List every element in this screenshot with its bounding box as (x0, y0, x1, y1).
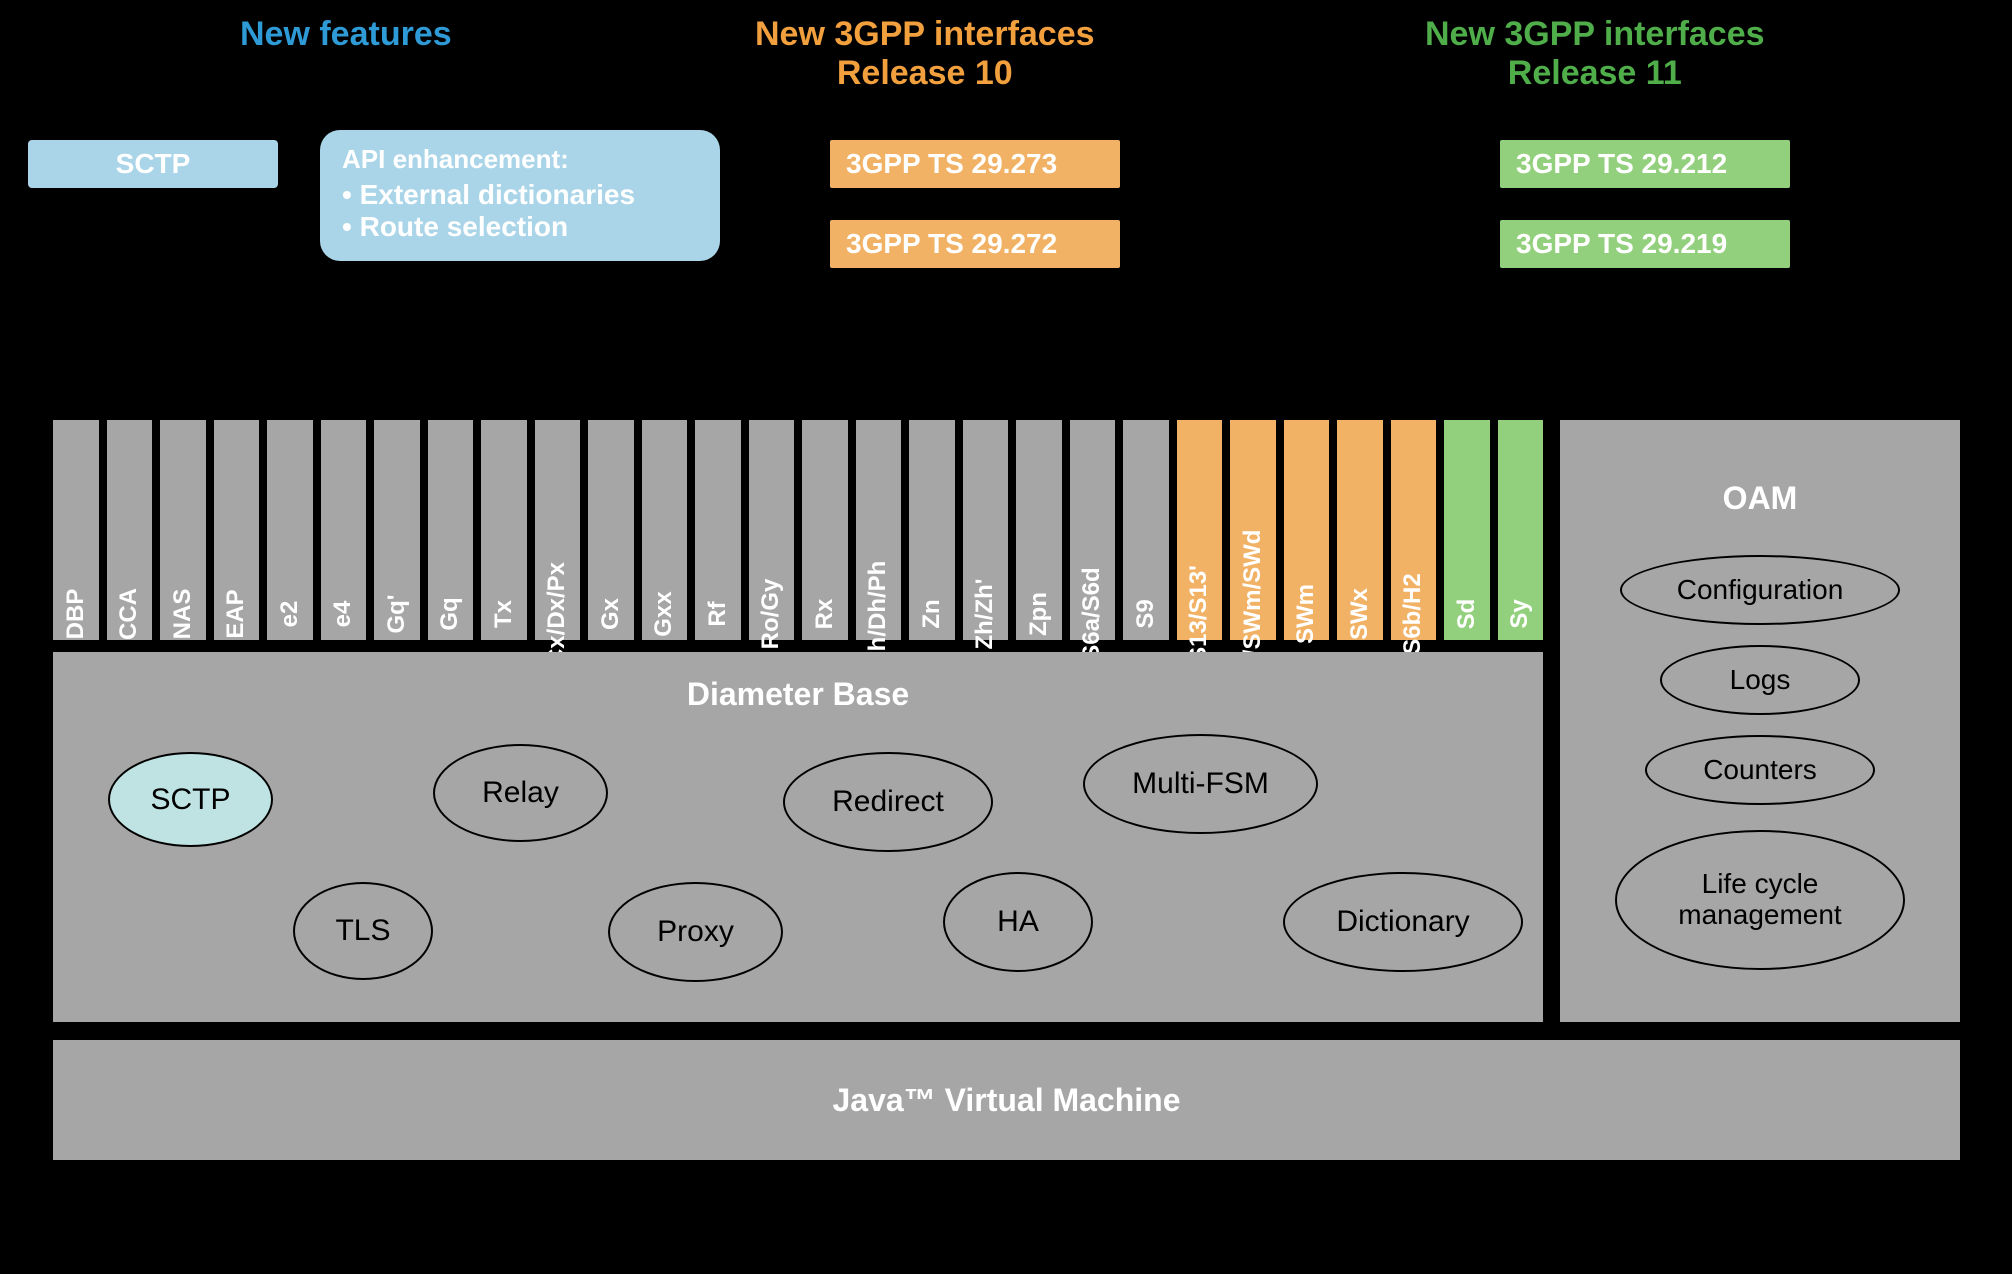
iface-dbp: DBP (53, 420, 99, 640)
iface-label: Cx/Dx/Px (543, 562, 571, 666)
iface-label: Ro/Gy (757, 579, 785, 650)
header-rel10-line2: Release 10 (837, 54, 1013, 92)
iface-rf: Rf (695, 420, 741, 640)
iface-zhzhprime: Zh/Zh' (963, 420, 1009, 640)
iface-rx: Rx (802, 420, 848, 640)
header-release-11: New 3GPP interfaces Release 11 (1425, 15, 1765, 93)
iface-gxx: Gxx (642, 420, 688, 640)
iface-label: Gx (597, 598, 625, 630)
iface-e2: e2 (267, 420, 313, 640)
iface-zpn: Zpn (1016, 420, 1062, 640)
iface-label: Sy (1506, 599, 1534, 628)
api-item-external-dictionaries: External dictionaries (342, 179, 698, 211)
rel11-spec-29219: 3GPP TS 29.219 (1500, 220, 1790, 268)
ellipse-sctp: SCTP (108, 752, 273, 847)
iface-sd: Sd (1444, 420, 1490, 640)
header-new-features: New features (240, 15, 452, 54)
oam-block: OAM Configuration Logs Counters Life cyc… (1560, 420, 1960, 1022)
interface-rack: DBP CCA NAS EAP e2 e4 Gq' Gq Tx Cx/Dx/Px… (53, 420, 1543, 640)
feature-api-enhancement: API enhancement: External dictionaries R… (320, 130, 720, 261)
iface-sy: Sy (1498, 420, 1544, 640)
iface-cxdxpx: Cx/Dx/Px (535, 420, 581, 640)
oam-configuration: Configuration (1620, 555, 1900, 625)
iface-staswmswd: STa/SWm/SWd (1230, 420, 1276, 640)
iface-label: Rx (811, 599, 839, 630)
iface-label: Gq (436, 597, 464, 630)
iface-gq: Gq (428, 420, 474, 640)
iface-label: Rf (704, 601, 732, 626)
iface-zn: Zn (909, 420, 955, 640)
iface-label: Zn (918, 599, 946, 628)
ellipse-multifsm: Multi-FSM (1083, 734, 1318, 834)
iface-shdhph: Sh/Dh/Ph (856, 420, 902, 640)
oam-counters: Counters (1645, 735, 1875, 805)
iface-label: Gq' (383, 594, 411, 633)
ellipse-ha: HA (943, 872, 1093, 972)
iface-s6as6d: S6a/S6d (1070, 420, 1116, 640)
iface-label: SWx (1346, 588, 1374, 640)
iface-label: e4 (329, 601, 357, 628)
rel10-spec-29272: 3GPP TS 29.272 (830, 220, 1120, 268)
iface-label: SWm (1292, 584, 1320, 644)
rel10-spec-29273: 3GPP TS 29.273 (830, 140, 1120, 188)
jvm-block: Java™ Virtual Machine (53, 1040, 1960, 1160)
iface-label: NAS (169, 589, 197, 640)
iface-s13: S13/S13' (1177, 420, 1223, 640)
iface-gqprime: Gq' (374, 420, 420, 640)
ellipse-dictionary: Dictionary (1283, 872, 1523, 972)
diameter-base-block: Diameter Base SCTP Relay Redirect Multi-… (53, 652, 1543, 1022)
iface-label: Sd (1453, 599, 1481, 630)
rel11-spec-29212: 3GPP TS 29.212 (1500, 140, 1790, 188)
iface-tx: Tx (481, 420, 527, 640)
iface-nas: NAS (160, 420, 206, 640)
iface-label: S6b/H2 (1399, 573, 1427, 654)
ellipse-redirect: Redirect (783, 752, 993, 852)
iface-swx: SWx (1337, 420, 1383, 640)
oam-logs: Logs (1660, 645, 1860, 715)
oam-lifecycle: Life cycle management (1615, 830, 1905, 970)
iface-label: Zpn (1025, 592, 1053, 636)
iface-s9: S9 (1123, 420, 1169, 640)
header-rel11-line2: Release 11 (1508, 54, 1682, 92)
header-rel11-line1: New 3GPP interfaces (1425, 15, 1765, 53)
iface-label: DBP (62, 589, 90, 640)
header-release-10: New 3GPP interfaces Release 10 (755, 15, 1095, 93)
iface-swm: SWm (1284, 420, 1330, 640)
feature-sctp-pill: SCTP (28, 140, 278, 188)
iface-eap: EAP (214, 420, 260, 640)
iface-label: Tx (490, 600, 518, 628)
iface-label: S6a/S6d (1078, 567, 1106, 660)
iface-label: e2 (276, 601, 304, 628)
ellipse-proxy: Proxy (608, 882, 783, 982)
header-rel10-line1: New 3GPP interfaces (755, 15, 1095, 53)
iface-label: S13/S13' (1185, 565, 1213, 663)
diameter-base-title: Diameter Base (53, 652, 1543, 713)
ellipse-relay: Relay (433, 744, 608, 842)
api-title: API enhancement: (342, 144, 698, 175)
iface-label: EAP (222, 589, 250, 638)
iface-label: CCA (115, 588, 143, 640)
iface-cca: CCA (107, 420, 153, 640)
iface-e4: e4 (321, 420, 367, 640)
iface-rogy: Ro/Gy (749, 420, 795, 640)
iface-label: Gxx (650, 591, 678, 636)
iface-label: S9 (1132, 599, 1160, 628)
ellipse-tls: TLS (293, 882, 433, 980)
iface-s6bh2: S6b/H2 (1391, 420, 1437, 640)
iface-label: Zh/Zh' (971, 578, 999, 649)
api-item-route-selection: Route selection (342, 211, 698, 243)
iface-gx: Gx (588, 420, 634, 640)
oam-title: OAM (1560, 420, 1960, 517)
